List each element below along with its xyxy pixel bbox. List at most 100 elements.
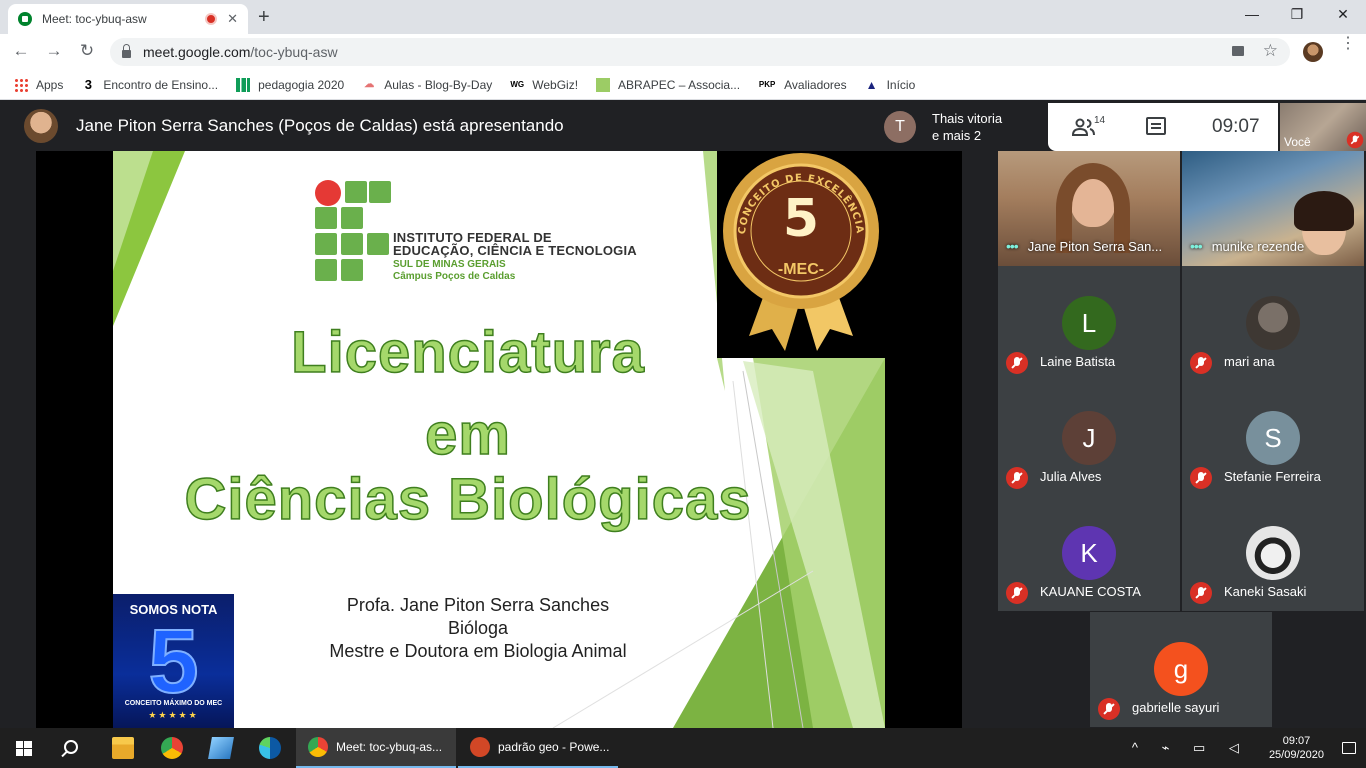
participant-tile-gabrielle[interactable]: g gabrielle sayuri — [1090, 612, 1272, 727]
wg-icon: WG — [510, 79, 525, 89]
participant-name: mari ana — [1224, 354, 1275, 369]
browser-menu-icon[interactable]: ⋮ — [1340, 36, 1356, 52]
people-count: 14 — [1094, 115, 1106, 126]
chat-icon[interactable] — [1146, 117, 1166, 135]
browser-tab-strip: Meet: toc-ybuq-asw ✕ + — ❐ ✕ — [0, 0, 1366, 34]
participant-name: Jane Piton Serra San... — [1027, 238, 1163, 254]
participant-tile-kaneki[interactable]: Kaneki Sasaki — [1182, 496, 1364, 611]
meet-favicon-icon — [18, 12, 32, 26]
participant-tile-stefanie[interactable]: S Stefanie Ferreira — [1182, 381, 1364, 496]
camera-permission-icon[interactable] — [1232, 46, 1244, 56]
bookmark-abrapec[interactable]: ABRAPEC – Associa... — [596, 77, 740, 92]
window-minimize-button[interactable]: — — [1242, 6, 1262, 22]
slide-title-line-3: Ciências Biológicas — [184, 466, 752, 533]
participant-tile-laine[interactable]: L Laine Batista — [998, 266, 1180, 381]
system-clock[interactable]: 09:07 25/09/2020 — [1269, 734, 1324, 762]
windows-app-icon[interactable] — [208, 737, 234, 759]
number-3-icon: 3 — [84, 76, 92, 92]
participant-name: Julia Alves — [1040, 469, 1102, 484]
notification-icon[interactable] — [1342, 742, 1356, 754]
thais-name: Thais vitoria — [932, 111, 1003, 126]
tab-close-icon[interactable]: ✕ — [227, 11, 238, 27]
participant-avatar: g — [1154, 642, 1208, 696]
participant-name: munike rezende — [1211, 238, 1305, 254]
system-tray: ^ ⌁ ▭ ◁ 09:07 25/09/2020 — [1132, 728, 1356, 768]
bookmark-pedagogia[interactable]: pedagogia 2020 — [236, 77, 344, 92]
participant-avatar: J — [1062, 411, 1116, 465]
windows-taskbar: Meet: toc-ybuq-as... padrão geo - Powe..… — [0, 728, 1366, 768]
bookmark-apps[interactable]: Apps — [14, 77, 63, 92]
mic-off-icon — [1190, 582, 1212, 604]
recording-indicator-icon — [205, 13, 218, 25]
participant-tile-mari[interactable]: mari ana — [1182, 266, 1364, 381]
institution-name: INSTITUTO FEDERAL DE EDUCAÇÃO, CIÊNCIA E… — [393, 230, 637, 282]
pkp-icon: PKP — [758, 79, 776, 89]
bookmark-star-icon[interactable]: ☆ — [1263, 41, 1278, 61]
mec-excellence-badge: CONCEITO DE EXCELÊNCIA 5 -MEC- — [717, 151, 885, 358]
powerpoint-icon — [470, 737, 490, 757]
address-bar[interactable]: meet.google.com/toc-ybuq-asw ☆ — [110, 38, 1290, 66]
sheets-icon — [236, 77, 251, 92]
more-participants-count: e mais 2 — [932, 128, 982, 143]
forward-button[interactable]: → — [43, 41, 65, 61]
taskbar-chrome-meet[interactable]: Meet: toc-ybuq-as... — [296, 728, 456, 768]
bookmark-encontro[interactable]: 3 Encontro de Ensino... — [81, 76, 218, 92]
slide-author: Profa. Jane Piton Serra Sanches — [346, 595, 610, 615]
bookmark-avaliadores[interactable]: PKP Avaliadores — [758, 78, 847, 92]
bookmarks-bar: Apps 3 Encontro de Ensino... pedagogia 20… — [0, 70, 1366, 100]
presenter-banner: Jane Piton Serra Sanches (Poços de Calda… — [0, 101, 870, 151]
tray-icons[interactable]: ^ ⌁ ▭ ◁ — [1132, 740, 1249, 756]
lock-icon[interactable] — [122, 44, 131, 58]
slide-author-degree: Mestre e Doutora em Biologia Animal — [329, 641, 627, 661]
back-button[interactable]: ← — [10, 41, 32, 61]
self-label: Você — [1284, 135, 1311, 149]
chrome-icon — [308, 737, 328, 757]
thais-avatar: T — [884, 111, 916, 143]
participant-avatar — [1246, 526, 1300, 580]
participant-avatar — [1246, 296, 1300, 350]
bookmark-inicio[interactable]: ▲ Início — [865, 78, 916, 92]
meet-call-area: Jane Piton Serra Sanches (Poços de Calda… — [0, 101, 1366, 728]
browser-toolbar: ← → ↻ meet.google.com/toc-ybuq-asw ☆ — [0, 34, 1366, 70]
browser-tab-meet[interactable]: Meet: toc-ybuq-asw ✕ — [8, 4, 248, 34]
badge-number: 5 — [782, 189, 820, 249]
window-close-button[interactable]: ✕ — [1333, 6, 1353, 23]
url-text[interactable]: meet.google.com/toc-ybuq-asw — [143, 44, 338, 60]
window-maximize-button[interactable]: ❐ — [1287, 6, 1307, 23]
file-explorer-icon[interactable] — [112, 737, 134, 759]
participant-name: gabrielle sayuri — [1132, 700, 1220, 715]
participant-avatar: K — [1062, 526, 1116, 580]
new-tab-button[interactable]: + — [258, 6, 270, 29]
participant-video-jane[interactable]: ••• Jane Piton Serra San... — [998, 151, 1180, 266]
if-logo-icon — [315, 180, 391, 281]
mic-off-icon — [1190, 467, 1212, 489]
abrapec-icon — [596, 77, 611, 92]
mic-off-icon — [1098, 698, 1120, 720]
mic-off-icon — [1006, 582, 1028, 604]
presentation-slide: INSTITUTO FEDERAL DE EDUCAÇÃO, CIÊNCIA E… — [113, 151, 885, 728]
windows-start-icon[interactable] — [16, 741, 32, 756]
participant-video-munike[interactable]: ••• munike rezende — [1182, 151, 1364, 266]
bookmark-webgiz[interactable]: WG WebGiz! — [510, 78, 578, 92]
meeting-clock: 09:07 — [1212, 116, 1260, 137]
blog-icon: ☁ — [364, 78, 375, 90]
other-participants-chip[interactable]: T Thais vitoria e mais 2 — [876, 103, 1044, 151]
speaking-indicator-icon: ••• — [1190, 238, 1203, 254]
participant-tile-kauane[interactable]: K KAUANE COSTA — [998, 496, 1180, 611]
taskbar-powerpoint[interactable]: padrão geo - Powe... — [458, 728, 618, 768]
somos-nota-5-badge: SOMOS NOTA 5 CONCEITO MÁXIMO DO MEC ★★★★… — [113, 594, 234, 728]
people-icon[interactable] — [1072, 117, 1096, 137]
self-view-tile[interactable]: Você — [1280, 103, 1366, 151]
edge-icon[interactable] — [259, 737, 281, 759]
chrome-icon[interactable] — [161, 737, 183, 759]
participant-name: Laine Batista — [1040, 354, 1116, 369]
bookmark-aulas[interactable]: ☁ Aulas - Blog-By-Day — [362, 78, 492, 92]
participant-name: Kaneki Sasaki — [1224, 584, 1307, 599]
participant-name: Stefanie Ferreira — [1224, 469, 1321, 484]
profile-avatar[interactable] — [1303, 42, 1323, 62]
badge-mec-label: -MEC- — [777, 261, 825, 278]
taskbar-search-icon[interactable] — [64, 740, 78, 754]
reload-button[interactable]: ↻ — [76, 41, 98, 61]
slide-author-title: Bióloga — [447, 618, 509, 638]
participant-tile-julia[interactable]: J Julia Alves — [998, 381, 1180, 496]
